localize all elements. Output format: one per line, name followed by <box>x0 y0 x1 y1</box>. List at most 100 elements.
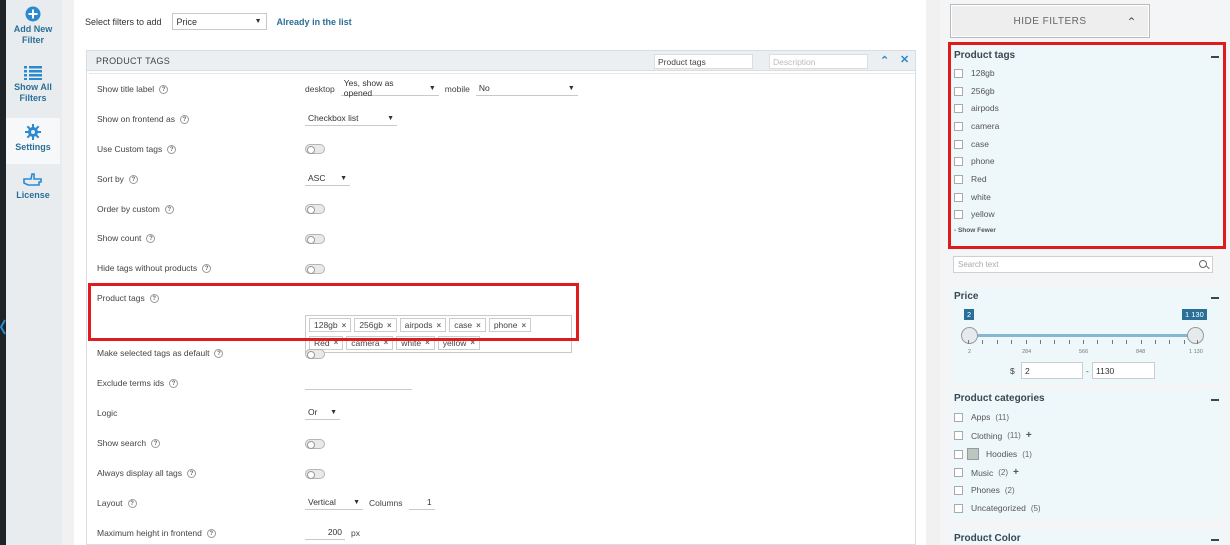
category-thumbnail <box>967 448 979 460</box>
show-count-controls <box>305 234 325 244</box>
frontend-as-select[interactable]: Checkbox list ▼ <box>305 111 397 126</box>
exclude-ids-input[interactable] <box>305 375 412 390</box>
row-exclude-ids: Exclude terms ids ? <box>97 374 179 392</box>
highlight-product-tags-field <box>88 283 579 341</box>
expand-category-icon[interactable]: + <box>1026 430 1032 441</box>
order-by-custom-label: Order by custom <box>97 204 160 214</box>
close-panel-icon[interactable]: ✕ <box>900 53 909 66</box>
desktop-select[interactable]: Yes, show as opened ▼ <box>340 78 439 98</box>
hide-tags-toggle[interactable] <box>305 264 325 274</box>
price-tick-label: 566 <box>1079 349 1089 355</box>
layout-select[interactable]: Vertical ▼ <box>305 495 363 510</box>
product-color-title: Product Color <box>954 533 1021 544</box>
filter-type-value: Price <box>176 16 198 27</box>
columns-input[interactable]: 1 <box>408 495 435 510</box>
collapse-widget-icon[interactable] <box>1211 297 1219 299</box>
license-button[interactable]: License <box>6 172 60 201</box>
app-root: Add New Filter Show All Filters Settings… <box>0 0 1230 545</box>
make-default-controls <box>305 349 325 359</box>
help-icon[interactable]: ? <box>159 84 169 94</box>
left-menu: Add New Filter Show All Filters Settings… <box>0 0 62 545</box>
show-all-filters-label: Show All Filters <box>14 82 52 103</box>
filter-type-select[interactable]: Price ▼ <box>171 13 267 30</box>
category-option[interactable]: Music (2) + <box>954 467 1019 478</box>
category-name: Hoodies <box>986 449 1018 459</box>
show-search-label: Show search <box>97 438 147 448</box>
make-default-toggle[interactable] <box>305 349 325 359</box>
max-height-unit: px <box>351 527 360 538</box>
row-sort-by: Sort by ? <box>97 170 138 188</box>
make-default-label: Make selected tags as default <box>97 348 210 358</box>
checkbox[interactable] <box>954 431 963 440</box>
show-title-label: Show title label <box>97 84 155 94</box>
price-currency: $ <box>1010 366 1015 376</box>
help-icon[interactable]: ? <box>164 204 174 214</box>
category-name: Apps <box>971 412 991 422</box>
help-icon[interactable]: ? <box>127 498 137 508</box>
category-option[interactable]: Clothing (11) + <box>954 430 1032 441</box>
price-max-input[interactable]: 1130 <box>1092 362 1155 379</box>
help-icon[interactable]: ? <box>206 528 216 538</box>
gear-icon <box>25 124 41 140</box>
always-display-toggle[interactable] <box>305 469 325 479</box>
checkbox[interactable] <box>954 449 963 459</box>
collapse-arrow-icon[interactable] <box>0 318 6 336</box>
help-icon[interactable]: ? <box>169 378 179 388</box>
category-name: Music <box>971 467 994 478</box>
settings-label: Settings <box>15 142 51 152</box>
mobile-select[interactable]: No ▼ <box>475 81 578 96</box>
help-icon[interactable]: ? <box>214 348 224 358</box>
order-by-custom-toggle[interactable] <box>305 204 325 214</box>
use-custom-tags-toggle[interactable] <box>305 144 325 154</box>
category-count: (11) <box>1007 431 1021 440</box>
help-icon[interactable]: ? <box>128 174 138 184</box>
sort-by-controls: ASC ▼ <box>305 171 350 186</box>
help-icon[interactable]: ? <box>167 144 177 154</box>
hand-pointer-icon <box>23 173 42 186</box>
logic-select[interactable]: Or ▼ <box>305 405 340 420</box>
checkbox[interactable] <box>954 468 963 477</box>
collapse-widget-icon[interactable] <box>1211 539 1219 541</box>
add-new-filter-button[interactable]: Add New Filter <box>6 6 60 46</box>
category-option[interactable]: Uncategorized (5) <box>954 503 1041 513</box>
help-icon[interactable]: ? <box>151 438 161 448</box>
help-icon[interactable]: ? <box>179 114 189 124</box>
categories-widget-title: Product categories <box>954 393 1045 404</box>
show-search-toggle[interactable] <box>305 439 325 449</box>
help-icon[interactable]: ? <box>146 233 156 243</box>
max-height-input[interactable]: 200 <box>305 525 345 540</box>
search-icon[interactable] <box>1199 260 1207 268</box>
price-tick-label: 284 <box>1022 349 1032 355</box>
sort-by-select[interactable]: ASC ▼ <box>305 171 350 186</box>
price-tick-label: 2 <box>968 349 972 355</box>
collapse-panel-icon[interactable]: ⌃ <box>880 54 889 67</box>
description-input[interactable]: Description <box>769 54 868 69</box>
category-option[interactable]: Hoodies (1) <box>954 448 1032 460</box>
expand-category-icon[interactable]: + <box>1013 467 1019 478</box>
price-separator: - <box>1086 366 1089 376</box>
settings-button[interactable]: Settings <box>6 118 60 164</box>
title-input[interactable]: Product tags <box>654 54 753 69</box>
category-option[interactable]: Apps (11) <box>954 412 1009 422</box>
exclude-ids-controls <box>305 375 412 390</box>
collapse-widget-icon[interactable] <box>1211 399 1219 401</box>
use-custom-tags-label: Use Custom tags <box>97 144 163 154</box>
category-option[interactable]: Phones (2) <box>954 485 1015 495</box>
price-min-input[interactable]: 2 <box>1021 362 1083 379</box>
show-all-filters-button[interactable]: Show All Filters <box>6 66 60 104</box>
show-title-controls: desktop Yes, show as opened ▼ mobile No … <box>305 78 578 98</box>
price-tick-label: 848 <box>1136 349 1146 355</box>
help-icon[interactable]: ? <box>202 263 212 273</box>
help-icon[interactable]: ? <box>187 468 197 478</box>
row-show-on-frontend: Show on frontend as ? <box>97 110 189 128</box>
price-slider-track[interactable] <box>968 334 1198 337</box>
already-in-list-link[interactable]: Already in the list <box>277 17 352 27</box>
category-name: Phones <box>971 485 1000 495</box>
show-count-toggle[interactable] <box>305 234 325 244</box>
checkbox[interactable] <box>954 412 963 422</box>
checkbox[interactable] <box>954 503 963 513</box>
checkbox[interactable] <box>954 485 963 495</box>
chevron-down-icon: ▼ <box>254 18 262 25</box>
hide-filters-button[interactable]: HIDE FILTERS ⌃ <box>950 4 1150 38</box>
search-input[interactable]: Search text <box>953 256 1213 273</box>
